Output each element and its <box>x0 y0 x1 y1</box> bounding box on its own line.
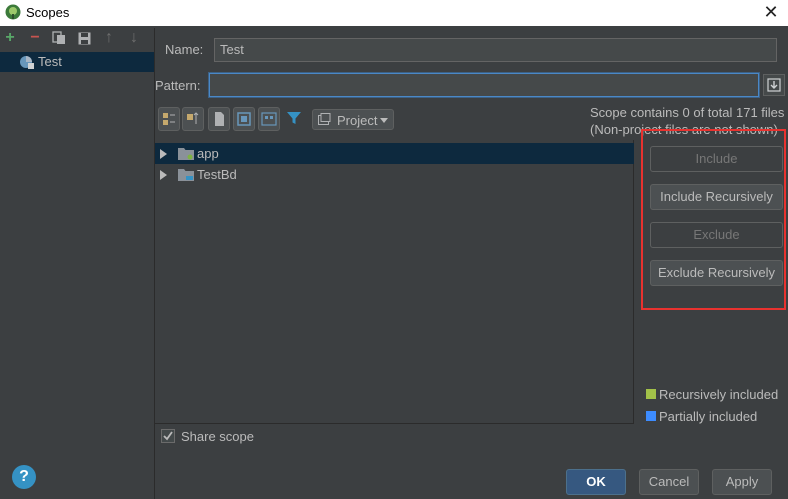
show-files-button[interactable] <box>208 107 230 131</box>
module-icon <box>237 112 251 126</box>
tree-node-testbd[interactable]: TestBd <box>155 164 634 185</box>
show-module-groups-button[interactable] <box>258 107 280 131</box>
name-label: Name: <box>165 42 204 57</box>
share-scope-label: Share scope <box>181 429 254 444</box>
highlight-annotation-box <box>641 129 786 310</box>
scope-item[interactable]: Test <box>0 52 154 72</box>
group-by-package-button[interactable] <box>158 107 180 131</box>
remove-icon[interactable]: − <box>27 30 43 46</box>
pattern-label: Pattern: <box>155 78 201 93</box>
apply-button[interactable]: Apply <box>712 469 772 495</box>
check-icon <box>163 431 173 441</box>
flatten-icon <box>187 112 199 124</box>
expand-pattern-button[interactable] <box>763 74 785 96</box>
checkbox[interactable] <box>161 429 175 443</box>
package-icon <box>163 113 175 125</box>
legend-label: Recursively included <box>659 387 779 402</box>
add-icon[interactable]: + <box>2 30 18 46</box>
project-view-label: Project <box>337 113 378 128</box>
copy-icon[interactable] <box>51 30 67 46</box>
project-view-dropdown[interactable]: Project <box>312 109 394 130</box>
file-icon <box>215 112 224 126</box>
module-group-icon <box>261 112 277 126</box>
scopes-list: Test <box>0 52 154 498</box>
expand-arrow-icon[interactable] <box>160 170 167 180</box>
pattern-input[interactable] <box>209 73 759 97</box>
tree-node-label: app <box>197 146 219 161</box>
scope-icon <box>20 56 34 69</box>
close-icon[interactable]: ✕ <box>762 2 780 22</box>
android-studio-icon <box>5 4 21 20</box>
legend-label: Partially included <box>659 409 758 424</box>
green-swatch-icon <box>646 389 656 399</box>
name-field[interactable]: Test <box>214 38 777 62</box>
save-icon[interactable] <box>76 30 92 46</box>
chevron-down-icon <box>380 118 388 123</box>
flatten-packages-button[interactable] <box>182 107 204 131</box>
expand-icon <box>767 78 781 92</box>
filter-icon[interactable] <box>286 110 302 126</box>
show-modules-button[interactable] <box>233 107 255 131</box>
expand-arrow-icon[interactable] <box>160 149 167 159</box>
project-icon <box>318 113 331 125</box>
tree-node-app[interactable]: app <box>155 143 634 164</box>
scope-info-count: Scope contains 0 of total 171 files <box>590 105 785 120</box>
title-bar: Scopes ✕ <box>0 0 788 26</box>
help-button[interactable]: ? <box>12 465 36 489</box>
cancel-button[interactable]: Cancel <box>639 469 699 495</box>
move-down-icon[interactable]: ↓ <box>126 30 142 46</box>
tree-node-label: TestBd <box>197 167 237 182</box>
ok-button[interactable]: OK <box>566 469 626 495</box>
module-folder-icon <box>178 169 194 181</box>
scopes-toolbar: + − ↑ ↓ <box>0 28 154 50</box>
module-folder-icon <box>178 148 194 160</box>
move-up-icon[interactable]: ↑ <box>101 30 117 46</box>
project-tree: app TestBd <box>155 140 634 424</box>
scope-item-label: Test <box>38 54 62 69</box>
window-title: Scopes <box>26 5 70 20</box>
blue-swatch-icon <box>646 411 656 421</box>
